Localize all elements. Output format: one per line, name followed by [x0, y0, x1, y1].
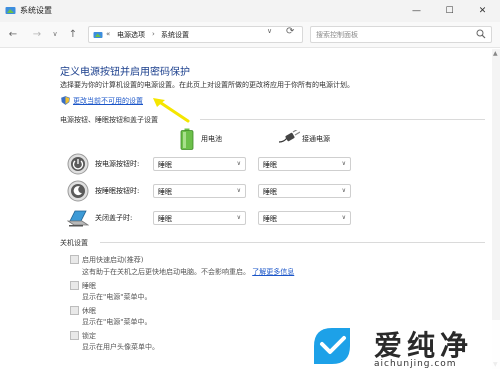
close-lid-battery-select[interactable]: 睡眠 ∨: [153, 211, 246, 225]
chevron-down-icon: ∨: [236, 160, 241, 167]
hibernate-label: 休眠: [82, 307, 96, 315]
breadcrumb-system-settings[interactable]: 系统设置: [161, 30, 189, 40]
watermark-url: aichunjing.com: [374, 359, 457, 369]
address-dropdown-icon[interactable]: ∨: [267, 27, 272, 35]
battery-icon: [180, 128, 194, 150]
breadcrumb-power-options[interactable]: 电源选项: [117, 30, 145, 40]
search-placeholder: 搜索控制面板: [316, 31, 358, 39]
sleep-button-battery-select[interactable]: 睡眠 ∨: [153, 184, 246, 198]
page-description: 选择要为你的计算机设置的电源设置。在此页上对设置所做的更改将应用于你所有的电源计…: [60, 81, 354, 89]
sleep-description: 显示在"电源"菜单中。: [82, 293, 152, 301]
sleep-label: 睡眠: [82, 282, 96, 290]
power-button-battery-select[interactable]: 睡眠 ∨: [153, 157, 246, 171]
fast-startup-description: 这有助于在关机之后更快地启动电脑。不会影响重启。 了解更多信息: [82, 267, 294, 277]
battery-column-header: 用电池: [201, 135, 222, 143]
section-divider: [100, 242, 485, 243]
change-unavailable-settings-link[interactable]: 更改当前不可用的设置: [73, 96, 143, 106]
close-lid-plugged-select[interactable]: 睡眠 ∨: [258, 211, 351, 225]
hibernate-description: 显示在"电源"菜单中。: [82, 318, 152, 326]
recent-locations-icon[interactable]: ∨: [48, 27, 62, 41]
sleep-button-icon: [67, 180, 89, 202]
close-button[interactable]: ✕: [466, 0, 499, 22]
navigation-bar: ← → ∨ ↑ « 电源选项 › 系统设置 ∨ ⟳ 搜索控制面板: [0, 22, 500, 48]
watermark: 爱纯净 aichunjing.com: [302, 320, 500, 377]
power-button-icon: [67, 153, 89, 175]
fast-startup-label: 启用快速启动(推荐): [82, 256, 144, 264]
chevron-down-icon: ∨: [236, 214, 241, 221]
chevron-down-icon: ∨: [236, 187, 241, 194]
select-value: 睡眠: [158, 188, 172, 196]
refresh-icon[interactable]: ⟳: [286, 26, 294, 37]
sleep-checkbox[interactable]: [70, 281, 79, 290]
learn-more-link[interactable]: 了解更多信息: [252, 268, 294, 276]
select-value: 睡眠: [263, 215, 277, 223]
plugged-in-column-header: 接通电源: [302, 135, 330, 143]
breadcrumb-overflow[interactable]: «: [106, 30, 110, 38]
fast-startup-checkbox[interactable]: [70, 255, 79, 264]
control-panel-icon: [93, 32, 103, 38]
fast-startup-description-text: 这有助于在关机之后更快地启动电脑。不会影响重启。: [82, 268, 250, 276]
power-section-title: 电源按钮、睡眠按钮和盖子设置: [60, 116, 158, 124]
laptop-lid-icon: [67, 210, 89, 227]
close-lid-label: 关闭盖子时:: [95, 214, 133, 222]
page-title: 定义电源按钮并启用密码保护: [60, 67, 190, 78]
uac-shield-icon: [61, 96, 70, 105]
watermark-name: 爱纯净: [374, 329, 474, 362]
window-title: 系统设置: [20, 6, 52, 15]
sleep-button-label: 按睡眠按钮时:: [95, 187, 140, 195]
forward-icon[interactable]: →: [30, 27, 44, 41]
breadcrumb-separator[interactable]: ›: [152, 30, 155, 38]
aichunjing-logo-icon: [314, 328, 350, 364]
hibernate-checkbox[interactable]: [70, 306, 79, 315]
minimize-button[interactable]: —: [400, 0, 433, 22]
control-panel-icon: [5, 7, 16, 14]
lock-checkbox[interactable]: [70, 331, 79, 340]
power-plug-icon: [278, 130, 300, 143]
select-value: 睡眠: [263, 161, 277, 169]
select-value: 睡眠: [158, 215, 172, 223]
section-divider: [200, 119, 485, 120]
scroll-up-icon[interactable]: ▲: [493, 50, 498, 57]
select-value: 睡眠: [263, 188, 277, 196]
search-icon[interactable]: [476, 29, 486, 39]
maximize-button[interactable]: ☐: [433, 0, 466, 22]
shutdown-section-title: 关机设置: [60, 239, 88, 247]
select-value: 睡眠: [158, 161, 172, 169]
chevron-down-icon: ∨: [341, 187, 346, 194]
title-bar: 系统设置 — ☐ ✕: [0, 0, 500, 22]
up-icon[interactable]: ↑: [66, 27, 80, 41]
power-button-plugged-select[interactable]: 睡眠 ∨: [258, 157, 351, 171]
power-button-label: 按电源按钮时:: [95, 160, 140, 168]
lock-description: 显示在用户头像菜单中。: [82, 343, 159, 351]
lock-label: 锁定: [82, 332, 96, 340]
chevron-down-icon: ∨: [341, 160, 346, 167]
chevron-down-icon: ∨: [341, 214, 346, 221]
sleep-button-plugged-select[interactable]: 睡眠 ∨: [258, 184, 351, 198]
search-box[interactable]: 搜索控制面板: [310, 26, 492, 43]
back-icon[interactable]: ←: [6, 27, 20, 41]
